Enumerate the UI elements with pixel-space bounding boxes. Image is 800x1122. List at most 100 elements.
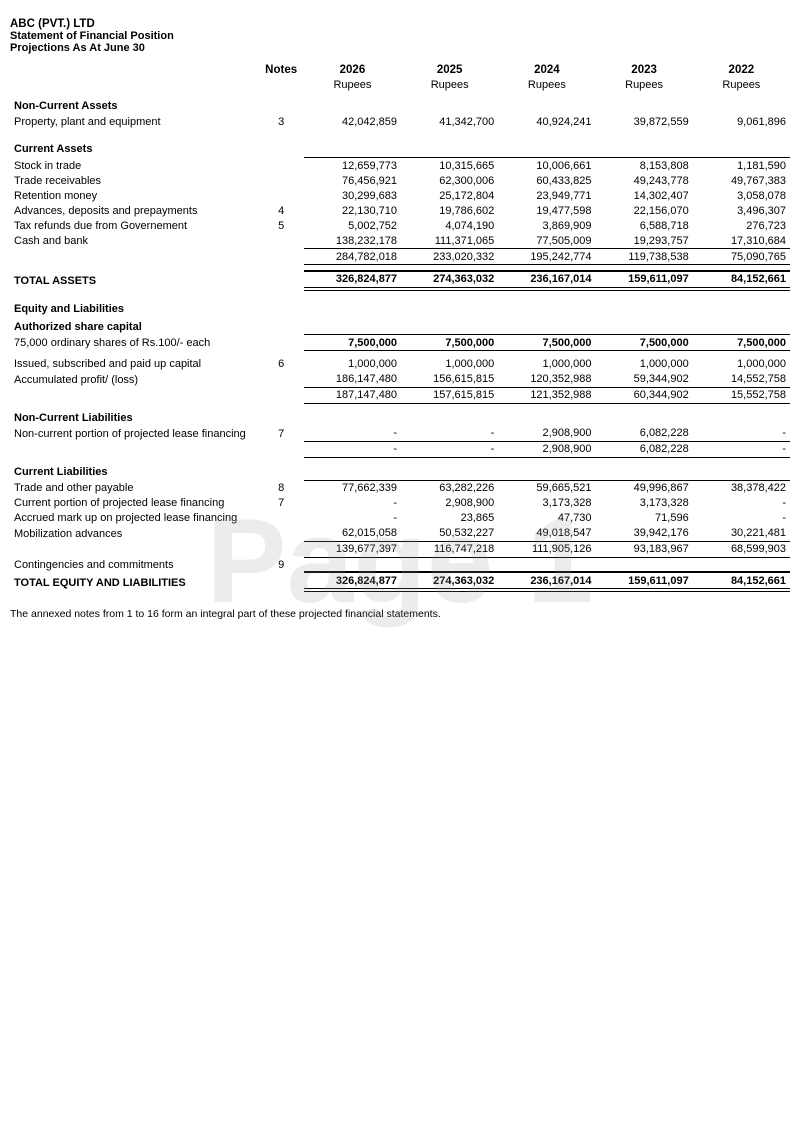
column-header-row: Notes 2026 2025 2024 2023 2022 bbox=[10, 62, 790, 77]
ppe-note: 3 bbox=[258, 114, 303, 129]
mob-advances-2022: 30,221,481 bbox=[693, 526, 790, 542]
trade-payable-label: Trade and other payable bbox=[10, 480, 258, 496]
mob-advances-2023: 39,942,176 bbox=[595, 526, 692, 542]
auth-share-capital-heading: Authorized share capital bbox=[10, 317, 790, 335]
trade-payable-2024: 59,665,521 bbox=[498, 480, 595, 496]
nc-total-2024: 2,908,900 bbox=[498, 441, 595, 457]
non-current-assets-heading: Non-Current Assets bbox=[10, 92, 790, 114]
cash-bank-2024: 77,505,009 bbox=[498, 233, 595, 249]
acc-profit-2024: 120,352,988 bbox=[498, 372, 595, 388]
nc-lease-2023: 6,082,228 bbox=[595, 426, 692, 442]
unit-2024: Rupees bbox=[498, 77, 595, 92]
year-2024-header: 2024 bbox=[498, 62, 595, 77]
notes-header: Notes bbox=[258, 62, 303, 77]
acc-profit-2026: 186,147,480 bbox=[304, 372, 401, 388]
current-liabilities-heading: Current Liabilities bbox=[10, 457, 790, 480]
total-assets-2024: 236,167,014 bbox=[498, 271, 595, 289]
nc-total-2023: 6,082,228 bbox=[595, 441, 692, 457]
advances-note: 4 bbox=[258, 203, 303, 218]
tax-refunds-note: 5 bbox=[258, 218, 303, 233]
trade-rec-2023: 49,243,778 bbox=[595, 173, 692, 188]
auth-shares-2026: 7,500,000 bbox=[304, 335, 401, 351]
total-assets-2025: 274,363,032 bbox=[401, 271, 498, 289]
footnote: The annexed notes from 1 to 16 form an i… bbox=[10, 608, 790, 620]
retention-2024: 23,949,771 bbox=[498, 188, 595, 203]
issued-2022: 1,000,000 bbox=[693, 357, 790, 372]
trade-rec-row: Trade receivables 76,456,921 62,300,006 … bbox=[10, 173, 790, 188]
trade-payable-2026: 77,662,339 bbox=[304, 480, 401, 496]
advances-label: Advances, deposits and prepayments bbox=[10, 203, 258, 218]
curr-lease-2026: - bbox=[304, 496, 401, 511]
cl-total-2026: 139,677,397 bbox=[304, 541, 401, 557]
nc-total-2026: - bbox=[304, 441, 401, 457]
total-eq-liab-2023: 159,611,097 bbox=[595, 572, 692, 590]
nc-total-row: - - 2,908,900 6,082,228 - bbox=[10, 441, 790, 457]
ca-total-2024: 195,242,774 bbox=[498, 249, 595, 265]
mob-advances-2026: 62,015,058 bbox=[304, 526, 401, 542]
auth-shares-2024: 7,500,000 bbox=[498, 335, 595, 351]
issued-2026: 1,000,000 bbox=[304, 357, 401, 372]
trade-rec-2022: 49,767,383 bbox=[693, 173, 790, 188]
trade-payable-2022: 38,378,422 bbox=[693, 480, 790, 496]
equity-subtotal-row: 187,147,480 157,615,815 121,352,988 60,3… bbox=[10, 387, 790, 403]
retention-row: Retention money 30,299,683 25,172,804 23… bbox=[10, 188, 790, 203]
projection-date: Projections As At June 30 bbox=[10, 42, 790, 54]
curr-lease-2024: 3,173,328 bbox=[498, 496, 595, 511]
retention-2022: 3,058,078 bbox=[693, 188, 790, 203]
advances-2024: 19,477,598 bbox=[498, 203, 595, 218]
equity-subtotal-2025: 157,615,815 bbox=[401, 387, 498, 403]
year-2026-header: 2026 bbox=[304, 62, 401, 77]
curr-lease-2025: 2,908,900 bbox=[401, 496, 498, 511]
ppe-2023: 39,872,559 bbox=[595, 114, 692, 129]
nc-lease-label: Non-current portion of projected lease f… bbox=[10, 426, 258, 442]
financial-table: Notes 2026 2025 2024 2023 2022 Rupees Ru… bbox=[10, 62, 790, 592]
tax-refunds-2022: 276,723 bbox=[693, 218, 790, 233]
ca-total-2022: 75,090,765 bbox=[693, 249, 790, 265]
ppe-2022: 9,061,896 bbox=[693, 114, 790, 129]
stock-2026: 12,659,773 bbox=[304, 158, 401, 174]
auth-shares-row: 75,000 ordinary shares of Rs.100/- each … bbox=[10, 335, 790, 351]
auth-shares-label: 75,000 ordinary shares of Rs.100/- each bbox=[10, 335, 258, 351]
tax-refunds-2024: 3,869,909 bbox=[498, 218, 595, 233]
ppe-2024: 40,924,241 bbox=[498, 114, 595, 129]
ca-total-2026: 284,782,018 bbox=[304, 249, 401, 265]
cash-bank-2022: 17,310,684 bbox=[693, 233, 790, 249]
accrued-mark-2026: - bbox=[304, 511, 401, 526]
curr-lease-2022: - bbox=[693, 496, 790, 511]
curr-lease-row: Current portion of projected lease finan… bbox=[10, 496, 790, 511]
accrued-mark-row: Accrued mark up on projected lease finan… bbox=[10, 511, 790, 526]
nc-total-2022: - bbox=[693, 441, 790, 457]
issued-label: Issued, subscribed and paid up capital bbox=[10, 357, 258, 372]
cash-bank-2023: 19,293,757 bbox=[595, 233, 692, 249]
cl-total-row: 139,677,397 116,747,218 111,905,126 93,1… bbox=[10, 541, 790, 557]
nc-lease-2022: - bbox=[693, 426, 790, 442]
advances-2025: 19,786,602 bbox=[401, 203, 498, 218]
equity-subtotal-2024: 121,352,988 bbox=[498, 387, 595, 403]
unit-2022: Rupees bbox=[693, 77, 790, 92]
issued-row: Issued, subscribed and paid up capital 6… bbox=[10, 357, 790, 372]
cash-bank-row: Cash and bank 138,232,178 111,371,065 77… bbox=[10, 233, 790, 249]
tax-refunds-2025: 4,074,190 bbox=[401, 218, 498, 233]
cash-bank-note bbox=[258, 233, 303, 249]
retention-2025: 25,172,804 bbox=[401, 188, 498, 203]
stock-2023: 8,153,808 bbox=[595, 158, 692, 174]
contingencies-row: Contingencies and commitments 9 bbox=[10, 557, 790, 572]
nc-lease-2025: - bbox=[401, 426, 498, 442]
cash-bank-2025: 111,371,065 bbox=[401, 233, 498, 249]
trade-rec-2025: 62,300,006 bbox=[401, 173, 498, 188]
retention-2023: 14,302,407 bbox=[595, 188, 692, 203]
total-assets-2022: 84,152,661 bbox=[693, 271, 790, 289]
ca-total-2023: 119,738,538 bbox=[595, 249, 692, 265]
ppe-2025: 41,342,700 bbox=[401, 114, 498, 129]
equity-liabilities-heading: Equity and Liabilities bbox=[10, 295, 790, 317]
total-assets-row: TOTAL ASSETS 326,824,877 274,363,032 236… bbox=[10, 271, 790, 289]
auth-shares-2023: 7,500,000 bbox=[595, 335, 692, 351]
contingencies-note: 9 bbox=[258, 557, 303, 572]
header: ABC (PVT.) LTD Statement of Financial Po… bbox=[10, 18, 790, 54]
year-2023-header: 2023 bbox=[595, 62, 692, 77]
trade-rec-2026: 76,456,921 bbox=[304, 173, 401, 188]
retention-label: Retention money bbox=[10, 188, 258, 203]
mob-advances-2025: 50,532,227 bbox=[401, 526, 498, 542]
acc-profit-2023: 59,344,902 bbox=[595, 372, 692, 388]
mob-advances-label: Mobilization advances bbox=[10, 526, 258, 542]
